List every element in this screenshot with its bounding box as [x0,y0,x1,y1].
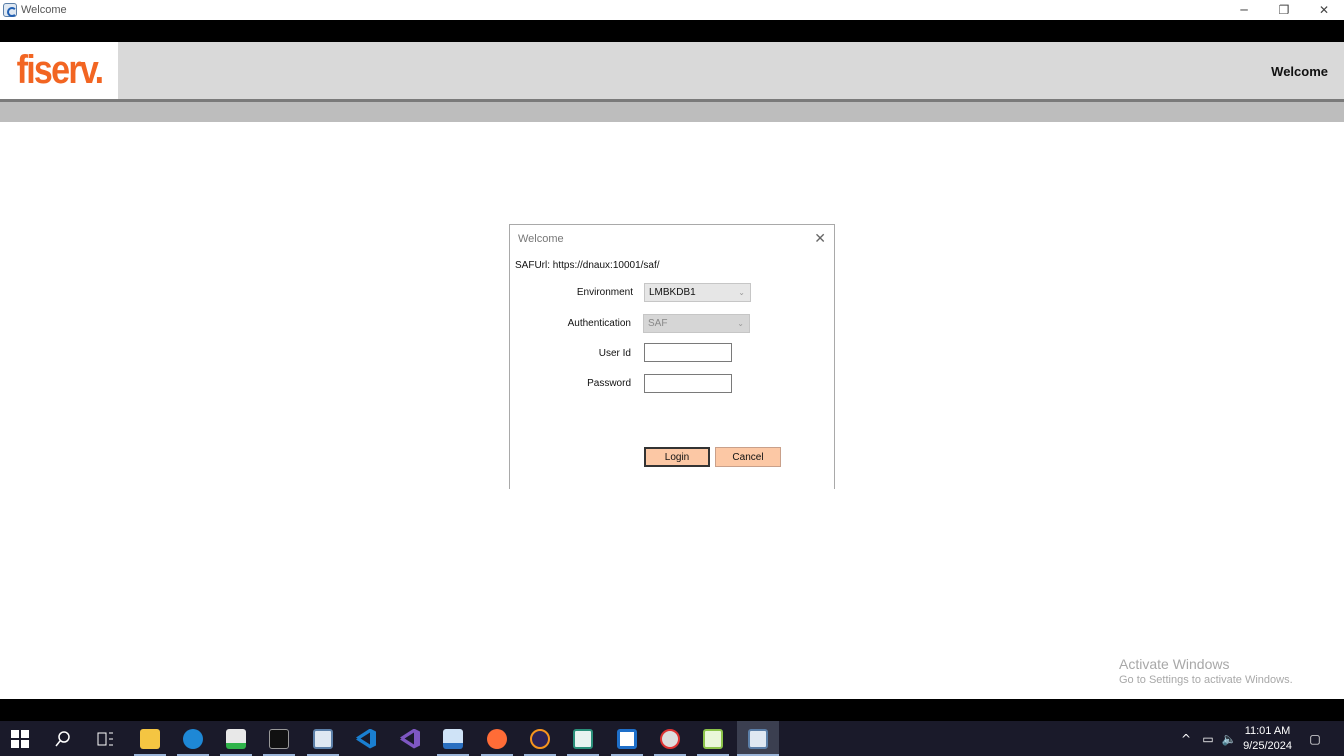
user-id-label: User Id [598,348,631,359]
cancel-button[interactable]: Cancel [715,447,781,467]
notepad-plus-button[interactable] [693,721,733,756]
window-controls: ─ ❐ ✕ [1224,0,1344,20]
environment-select[interactable]: LMBKDB1 ⌄ [644,283,751,302]
window-titlebar: Welcome ─ ❐ ✕ [0,0,1344,20]
edge-button[interactable] [173,721,213,756]
welcome-active-button[interactable] [737,721,779,756]
app-icon [748,728,768,749]
folder-icon [140,728,160,749]
authentication-label: Authentication [567,318,631,329]
eclipse-icon [530,728,550,749]
fiserv-logo: fiserv. [16,48,103,92]
user-id-input[interactable] [644,343,732,362]
search-button[interactable] [43,721,83,756]
sub-bar [0,102,1344,122]
activate-windows-subtitle: Go to Settings to activate Windows. [1119,674,1293,686]
password-label: Password [587,378,631,389]
header-title: Welcome [1271,64,1328,79]
start-button[interactable] [0,721,40,756]
task-view-icon [97,732,113,745]
app-green-button[interactable] [216,721,256,756]
network-icon[interactable]: ▭ [1198,721,1218,756]
chevron-down-icon: ⌄ [738,288,745,297]
visual-studio-icon [400,728,420,749]
chevron-down-icon: ⌄ [737,319,744,328]
logo: fiserv. [0,42,118,99]
minimize-button[interactable]: ─ [1224,0,1264,20]
app-window-2-button[interactable] [607,721,647,756]
search-icon [55,730,70,746]
terminal-button[interactable] [259,721,299,756]
authentication-value: SAF [648,318,668,329]
terminal-icon [269,728,289,749]
postman-icon [487,728,507,749]
taskbar: ^ ▭ 🔈 11:01 AM 9/25/2024 ▢ [0,721,1344,756]
postman-button[interactable] [477,721,517,756]
app-icon [3,3,17,17]
activate-windows-title: Activate Windows [1119,656,1230,672]
password-input[interactable] [644,374,732,393]
clock-date: 9/25/2024 [1243,740,1292,752]
clock[interactable]: 11:01 AM 9/25/2024 [1243,724,1292,754]
app-doc-button[interactable] [433,721,473,756]
close-button[interactable]: ✕ [1304,0,1344,20]
top-black-bar [0,20,1344,42]
window-icon [617,728,637,749]
restore-button[interactable]: ❐ [1264,0,1304,20]
edge-icon [183,728,203,749]
windows-logo-icon [11,729,29,748]
bottom-black-bar [0,699,1344,721]
authentication-select: SAF ⌄ [643,314,750,333]
vscode-icon [356,728,376,749]
eclipse-button[interactable] [520,721,560,756]
app-window-1-button[interactable] [563,721,603,756]
tray-overflow-chevron-icon[interactable]: ^ [1178,721,1194,756]
app-welcome-button[interactable] [303,721,343,756]
window-title: Welcome [21,4,67,16]
app-icon [313,728,333,749]
window-icon [573,728,593,749]
login-button[interactable]: Login [644,447,710,467]
visual-studio-button[interactable] [390,721,430,756]
vscode-button[interactable] [346,721,386,756]
app-icon [226,728,246,749]
environment-label: Environment [576,287,633,298]
notifications-icon[interactable]: ▢ [1305,721,1325,756]
dialog-close-icon[interactable]: ✕ [814,231,826,247]
clock-time: 11:01 AM [1244,725,1291,737]
saf-url-label: SAFUrl: https://dnaux:10001/saf/ [515,260,660,271]
document-icon [443,728,463,749]
welcome-dialog: Welcome ✕ SAFUrl: https://dnaux:10001/sa… [509,224,835,489]
app-header: fiserv. Welcome [0,42,1344,99]
paint-icon [660,728,680,749]
task-view-button[interactable] [85,721,125,756]
paint-button[interactable] [650,721,690,756]
file-explorer-button[interactable] [130,721,170,756]
volume-muted-icon[interactable]: 🔈 [1219,721,1239,756]
environment-value: LMBKDB1 [649,287,696,298]
notepad-icon [703,728,723,749]
dialog-title: Welcome [518,233,564,245]
